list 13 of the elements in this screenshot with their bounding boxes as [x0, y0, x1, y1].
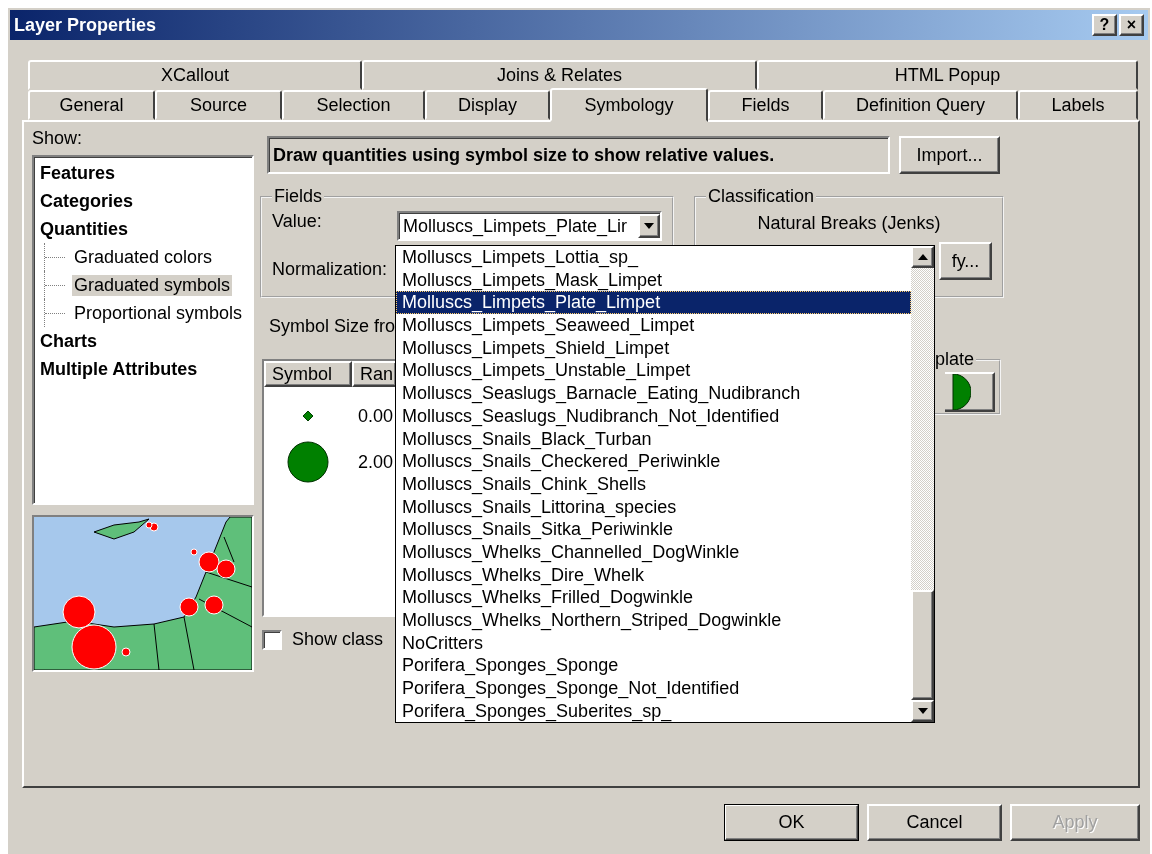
normalization-label: Normalization:	[272, 259, 389, 280]
classification-method: Natural Breaks (Jenks)	[757, 213, 941, 233]
value-label: Value:	[272, 211, 323, 232]
range-text: 0.00	[358, 405, 394, 427]
group-title: Fields	[273, 186, 323, 207]
show-label: Show:	[32, 128, 83, 149]
show-class-label: Show class	[292, 629, 384, 650]
group-title: Classification	[707, 186, 816, 207]
range-text: 2.00	[358, 451, 394, 473]
group-title: plate	[935, 349, 976, 370]
window-title: Layer Properties	[14, 14, 158, 36]
symbol-size-label: Symbol Size fro	[269, 316, 396, 337]
description-text: Draw quantities using symbol size to show relative values.	[267, 136, 890, 174]
